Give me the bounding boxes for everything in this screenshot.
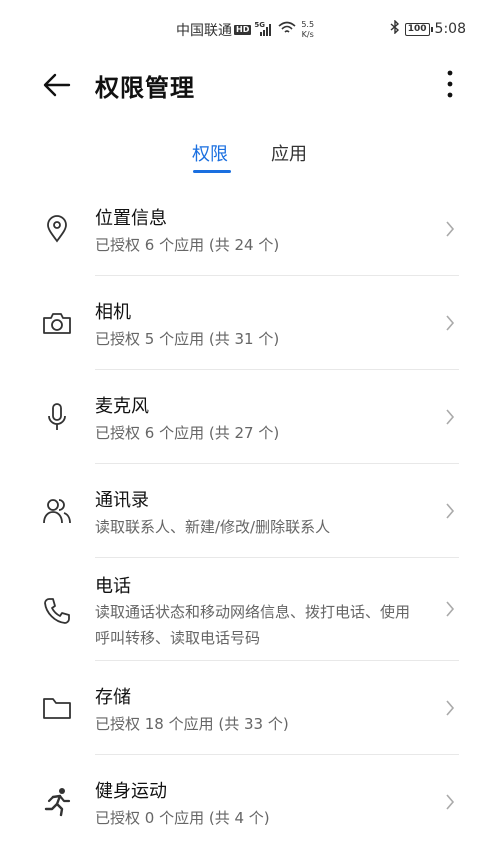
hd-badge: HD xyxy=(234,25,252,35)
carrier-label: 中国联通 xyxy=(176,23,232,39)
battery-icon: 100 xyxy=(404,22,433,36)
clock: 5:08 xyxy=(434,21,466,37)
speed-value: 5.5 xyxy=(301,20,315,29)
chevron-right-icon xyxy=(442,792,458,812)
more-options-button[interactable] xyxy=(438,66,462,102)
permission-subtitle: 已授权 18 个应用 (共 33 个) xyxy=(95,715,289,733)
chevron-right-icon xyxy=(442,313,458,333)
chevron-right-icon xyxy=(442,407,458,427)
permission-title: 健身运动 xyxy=(95,781,167,802)
permission-item-contacts[interactable]: 通讯录 读取联系人、新建/修改/删除联系人 xyxy=(0,464,500,558)
status-left: 中国联通 HD 5G 5.5 K/s xyxy=(176,20,314,40)
folder-icon xyxy=(40,691,74,725)
chevron-right-icon xyxy=(442,501,458,521)
status-bar: 中国联通 HD 5G 5.5 K/s 100 5:08 xyxy=(0,0,500,58)
phone-icon xyxy=(40,594,74,628)
tab-apps[interactable]: 应用 xyxy=(271,140,307,166)
permission-item-camera[interactable]: 相机 已授权 5 个应用 (共 31 个) xyxy=(0,276,500,370)
more-vertical-icon xyxy=(447,70,453,98)
permission-item-fitness[interactable]: 健身运动 已授权 0 个应用 (共 4 个) xyxy=(0,755,500,845)
contacts-icon xyxy=(40,494,74,528)
app-header: 权限管理 xyxy=(0,58,500,110)
permission-title: 通讯录 xyxy=(95,490,149,511)
permission-item-phone[interactable]: 电话 读取通话状态和移动网络信息、拨打电话、使用呼叫转移、读取电话号码 xyxy=(0,558,500,661)
back-arrow-icon xyxy=(43,73,71,97)
permission-subtitle: 已授权 5 个应用 (共 31 个) xyxy=(95,330,280,348)
back-button[interactable] xyxy=(40,70,74,100)
signal-icon: 5G xyxy=(254,21,274,37)
tab-permissions[interactable]: 权限 xyxy=(192,140,228,166)
tab-bar: 权限 应用 xyxy=(0,132,500,176)
running-figure-icon xyxy=(40,785,74,819)
bluetooth-icon xyxy=(390,19,400,38)
permission-title: 相机 xyxy=(95,302,131,323)
permission-item-location[interactable]: 位置信息 已授权 6 个应用 (共 24 个) xyxy=(0,182,500,276)
permission-list: 位置信息 已授权 6 个应用 (共 24 个) 相机 已授权 5 个应用 (共 … xyxy=(0,182,500,845)
permission-title: 存储 xyxy=(95,687,131,708)
permission-subtitle: 读取联系人、新建/修改/删除联系人 xyxy=(95,518,331,536)
permission-title: 电话 xyxy=(95,576,131,597)
permission-title: 位置信息 xyxy=(95,208,167,229)
permission-subtitle: 读取通话状态和移动网络信息、拨打电话、使用呼叫转移、读取电话号码 xyxy=(95,603,411,647)
active-tab-indicator xyxy=(193,170,231,173)
chevron-right-icon xyxy=(442,599,458,619)
microphone-icon xyxy=(40,400,74,434)
status-right: 100 5:08 xyxy=(390,19,466,38)
camera-icon xyxy=(40,306,74,340)
page-title: 权限管理 xyxy=(95,74,195,102)
permission-item-storage[interactable]: 存储 已授权 18 个应用 (共 33 个) xyxy=(0,661,500,755)
permission-title: 麦克风 xyxy=(95,396,149,417)
permission-subtitle: 已授权 6 个应用 (共 27 个) xyxy=(95,424,280,442)
permission-item-microphone[interactable]: 麦克风 已授权 6 个应用 (共 27 个) xyxy=(0,370,500,464)
permission-subtitle: 已授权 6 个应用 (共 24 个) xyxy=(95,236,280,254)
chevron-right-icon xyxy=(442,698,458,718)
permission-subtitle: 已授权 0 个应用 (共 4 个) xyxy=(95,809,270,827)
speed-unit: K/s xyxy=(301,30,314,39)
wifi-icon xyxy=(278,21,296,39)
chevron-right-icon xyxy=(442,219,458,239)
network-speed: 5.5 K/s xyxy=(301,20,314,40)
network-type: 5G xyxy=(254,21,265,29)
location-pin-icon xyxy=(40,212,74,246)
